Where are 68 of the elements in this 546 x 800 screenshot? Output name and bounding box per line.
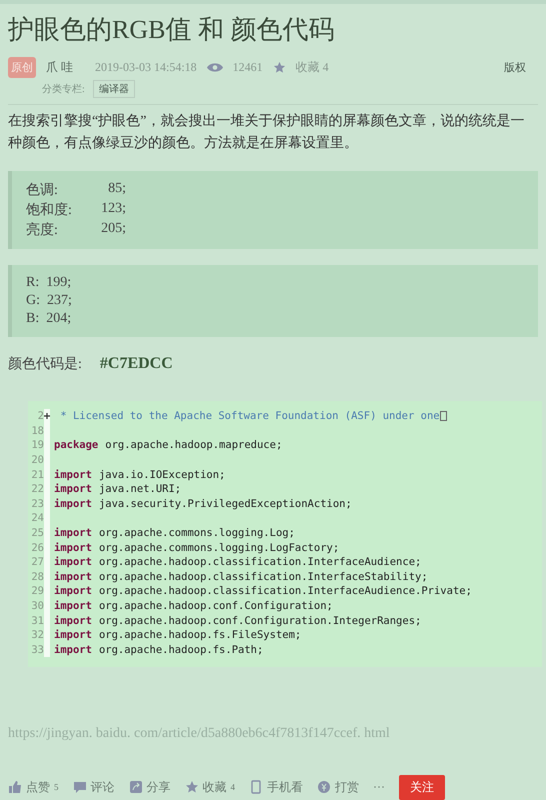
rgb-line: G: 237; <box>26 293 73 309</box>
color-code-value: #C7EDCC <box>100 355 173 373</box>
original-badge: 原创 <box>8 57 36 78</box>
line-number: 18 <box>30 424 44 437</box>
share-button[interactable]: 分享 <box>128 778 170 796</box>
author-name[interactable]: 爪 哇 <box>46 59 73 76</box>
intro-paragraph: 在搜索引擎搜“护眼色”，就会搜出一堆关于保护眼睛的屏幕颜色文章，说的统统是一种颜色，有点像绿豆沙的颜色。方法就是在屏幕设置里。 <box>8 112 526 153</box>
collapsed-icon[interactable] <box>440 411 447 422</box>
line-number: 30 <box>30 600 44 612</box>
comment-button[interactable]: 评论 <box>72 778 114 796</box>
line-number: 20 <box>30 454 44 466</box>
value-label: 饱和度: <box>26 201 73 219</box>
value-text: 85; <box>107 181 126 198</box>
line-number: 32 <box>30 629 44 642</box>
favorite-count: 收藏 4 <box>296 59 329 76</box>
comment-icon <box>72 780 86 794</box>
copyright-link[interactable]: 版权 <box>504 60 526 75</box>
more-button[interactable]: ··· <box>373 780 385 794</box>
line-number: 28 <box>30 570 44 583</box>
line-number: 26 <box>30 542 44 554</box>
line-number: 29 <box>30 585 44 598</box>
star-icon <box>272 61 286 74</box>
code-line: import java.security.PrivilegedExceptionAction; <box>54 498 352 510</box>
rgb-line: B: 204; <box>26 311 72 327</box>
value-text: 205; <box>100 221 126 238</box>
code-line: import java.io.IOException; <box>54 468 226 481</box>
line-number: 23 <box>30 498 44 510</box>
code-line: import org.apache.hadoop.classification.InterfaceAudience.Private; <box>54 585 472 598</box>
line-number: 33 <box>30 644 44 656</box>
phone-button[interactable]: 手机看 <box>249 778 303 796</box>
line-number: 27 <box>30 556 44 568</box>
code-line: import org.apache.hadoop.fs.Path; <box>54 644 264 656</box>
line-number: 2 <box>36 410 44 422</box>
line-number: 31 <box>30 614 44 627</box>
code-line: import org.apache.hadoop.classification.InterfaceAudience; <box>54 556 422 568</box>
line-number: 22 <box>30 483 44 496</box>
star-icon <box>184 780 198 794</box>
code-comment: * Licensed to the Apache Software Foundation (ASF) under one <box>59 410 440 422</box>
follow-button[interactable]: 关注 <box>399 774 445 800</box>
line-number: 21 <box>30 468 44 481</box>
phone-icon <box>249 780 263 794</box>
rgb-line: R: 199; <box>26 275 72 291</box>
coin-icon <box>317 780 331 794</box>
view-count: 12461 <box>232 60 263 75</box>
value-text: 123; <box>100 201 126 218</box>
reward-button[interactable]: 打赏 <box>317 778 359 796</box>
line-number: 25 <box>30 527 44 540</box>
code-line: import org.apache.hadoop.conf.Configuration.IntegerRanges; <box>54 614 422 627</box>
code-line: import org.apache.hadoop.fs.FileSystem; <box>54 629 302 642</box>
eye-icon <box>206 62 223 73</box>
code-line: import org.apache.commons.logging.Log; <box>54 527 295 540</box>
publish-date: 2019-03-03 14:54:18 <box>95 60 197 75</box>
code-line: import org.apache.commons.logging.LogFactory; <box>54 542 340 554</box>
code-line: import org.apache.hadoop.conf.Configuration; <box>54 600 333 612</box>
value-label: 亮度: <box>26 221 59 239</box>
code-line: package org.apache.hadoop.mapreduce; <box>54 439 282 452</box>
thumbs-up-icon <box>8 780 22 794</box>
article-title: 护眼色的RGB值 和 颜色代码 <box>8 14 336 46</box>
share-icon <box>128 780 142 794</box>
code-line: import org.apache.hadoop.classification.InterfaceStability; <box>54 570 428 583</box>
color-code-label: 颜色代码是: <box>8 355 82 373</box>
code-line: import java.net.URI; <box>54 483 182 496</box>
line-number: 19 <box>30 439 44 452</box>
line-number: 24 <box>30 512 44 524</box>
category-label: 分类专栏: <box>42 82 85 96</box>
value-label: 色调: <box>26 182 59 199</box>
expand-icon[interactable] <box>44 413 50 419</box>
category-tag[interactable]: 编译器 <box>92 80 135 98</box>
